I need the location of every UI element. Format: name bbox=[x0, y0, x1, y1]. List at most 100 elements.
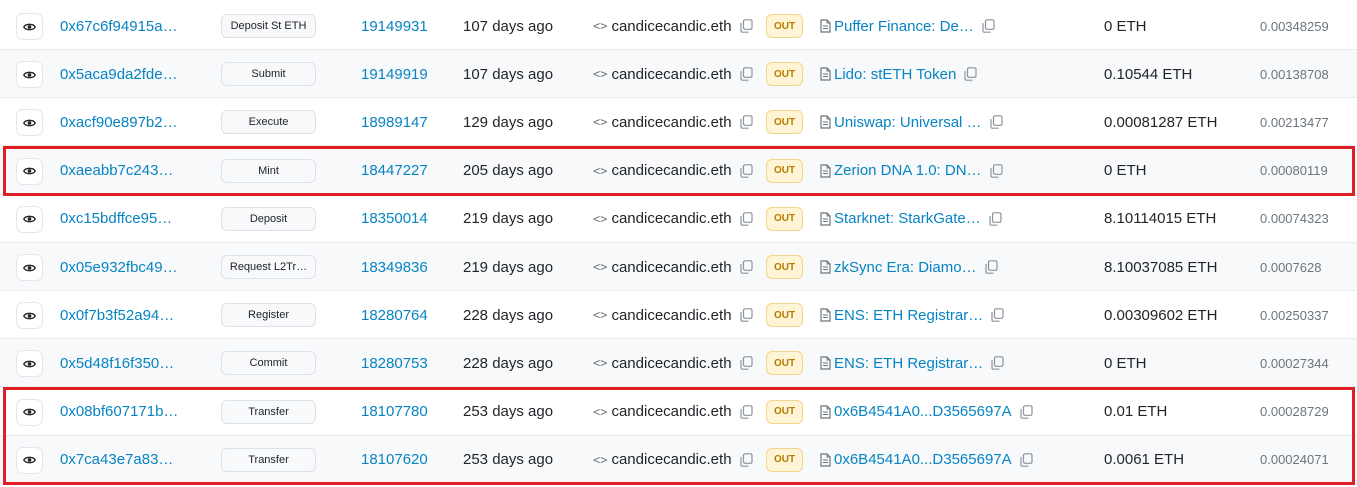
txn-hash-link[interactable]: 0xacf90e897b2… bbox=[60, 98, 178, 146]
txn-hash-link[interactable]: 0x05e932fbc49… bbox=[60, 243, 178, 291]
value-text: 0.01 ETH bbox=[1104, 403, 1168, 421]
view-details-button[interactable] bbox=[16, 446, 43, 474]
view-details-button[interactable] bbox=[16, 61, 43, 89]
document-icon bbox=[820, 356, 831, 370]
copy-icon[interactable] bbox=[989, 211, 1002, 226]
txn-hash-link[interactable]: 0x5d48f16f350… bbox=[60, 339, 174, 387]
block-link[interactable]: 19149919 bbox=[361, 50, 428, 98]
view-details-button[interactable] bbox=[16, 302, 43, 330]
copy-icon[interactable] bbox=[739, 452, 753, 467]
txn-hash-link[interactable]: 0xaeabb7c243… bbox=[60, 147, 173, 195]
txn-hash-link[interactable]: 0x0f7b3f52a94… bbox=[60, 291, 174, 339]
copy-icon[interactable] bbox=[739, 19, 753, 33]
to-cell: zkSync Era: Diamo… bbox=[820, 243, 998, 291]
table-row: 0x7ca43e7a83… Transfer 18107620 253 days… bbox=[0, 435, 1357, 484]
block-link[interactable]: 18349836 bbox=[361, 243, 428, 291]
view-details-button[interactable] bbox=[16, 205, 43, 233]
direction-badge: OUT bbox=[766, 255, 803, 279]
copy-icon[interactable] bbox=[739, 115, 753, 130]
copy-icon[interactable] bbox=[991, 308, 1004, 322]
code-icon: <> bbox=[593, 260, 608, 274]
to-address-link[interactable]: ENS: ETH Registrar… bbox=[834, 307, 983, 324]
from-cell: <> candicecandic.eth bbox=[593, 388, 753, 436]
direction-badge: OUT bbox=[766, 206, 803, 231]
txn-hash-link[interactable]: 0xc15bdffce95… bbox=[60, 195, 172, 243]
copy-icon[interactable] bbox=[989, 163, 1003, 178]
method-badge: Transfer bbox=[221, 447, 316, 472]
direction-badge: OUT bbox=[766, 447, 803, 472]
view-details-button[interactable] bbox=[16, 13, 43, 40]
block-link[interactable]: 18280753 bbox=[361, 339, 428, 387]
code-icon: <> bbox=[593, 115, 608, 130]
method-badge: Submit bbox=[221, 62, 316, 87]
copy-icon[interactable] bbox=[1020, 404, 1033, 419]
copy-icon[interactable] bbox=[739, 260, 753, 274]
copy-icon[interactable] bbox=[739, 356, 753, 371]
block-link[interactable]: 18107780 bbox=[361, 388, 428, 436]
age-text: 253 days ago bbox=[463, 403, 554, 421]
from-address-link[interactable]: candicecandic.eth bbox=[611, 210, 731, 227]
from-address-link[interactable]: candicecandic.eth bbox=[611, 355, 731, 372]
code-icon: <> bbox=[593, 163, 608, 178]
view-details-button[interactable] bbox=[16, 350, 43, 378]
method-badge: Mint bbox=[221, 158, 316, 183]
copy-icon[interactable] bbox=[991, 356, 1004, 371]
copy-icon[interactable] bbox=[739, 163, 753, 178]
value-text: 0.00309602 ETH bbox=[1104, 306, 1218, 324]
copy-icon[interactable] bbox=[964, 67, 977, 81]
table-row: 0x05e932fbc49… Request L2Tr… 18349836 21… bbox=[0, 243, 1357, 291]
from-address-link[interactable]: candicecandic.eth bbox=[611, 162, 731, 179]
view-details-button[interactable] bbox=[16, 109, 43, 137]
to-address-link[interactable]: Uniswap: Universal … bbox=[834, 114, 982, 131]
txn-hash-link[interactable]: 0x7ca43e7a83… bbox=[60, 436, 173, 484]
to-address-link[interactable]: ENS: ETH Registrar… bbox=[834, 355, 983, 372]
to-address-link[interactable]: Starknet: StarkGate… bbox=[834, 210, 981, 227]
block-link[interactable]: 18350014 bbox=[361, 195, 428, 243]
copy-icon[interactable] bbox=[1020, 452, 1033, 467]
copy-icon[interactable] bbox=[739, 67, 753, 81]
from-address-link[interactable]: candicecandic.eth bbox=[611, 403, 731, 420]
eye-icon bbox=[23, 455, 36, 465]
block-link[interactable]: 19149931 bbox=[361, 2, 428, 50]
from-address-link[interactable]: candicecandic.eth bbox=[611, 66, 731, 83]
view-details-button[interactable] bbox=[16, 157, 43, 185]
txn-hash-link[interactable]: 0x67c6f94915a… bbox=[60, 2, 178, 50]
from-address-link[interactable]: candicecandic.eth bbox=[611, 259, 731, 276]
to-address-link[interactable]: Puffer Finance: De… bbox=[834, 18, 974, 35]
from-address-link[interactable]: candicecandic.eth bbox=[611, 114, 731, 131]
to-address-link[interactable]: 0x6B4541A0...D3565697A bbox=[834, 403, 1012, 420]
to-address-link[interactable]: Zerion DNA 1.0: DN… bbox=[834, 162, 982, 179]
from-address-link[interactable]: candicecandic.eth bbox=[611, 451, 731, 468]
age-text: 107 days ago bbox=[463, 17, 554, 35]
to-cell: Zerion DNA 1.0: DN… bbox=[820, 147, 1003, 195]
txn-hash-link[interactable]: 0x5aca9da2fde… bbox=[60, 50, 178, 98]
copy-icon[interactable] bbox=[989, 115, 1003, 130]
to-address-link[interactable]: 0x6B4541A0...D3565697A bbox=[834, 451, 1012, 468]
from-cell: <> candicecandic.eth bbox=[593, 147, 753, 195]
block-link[interactable]: 18989147 bbox=[361, 98, 428, 146]
to-address-link[interactable]: zkSync Era: Diamo… bbox=[834, 259, 977, 276]
copy-icon[interactable] bbox=[739, 404, 753, 419]
copy-icon[interactable] bbox=[739, 308, 753, 322]
age-text: 205 days ago bbox=[463, 162, 554, 180]
value-text: 0.0061 ETH bbox=[1104, 451, 1185, 469]
to-address-link[interactable]: Lido: stETH Token bbox=[834, 66, 956, 83]
block-link[interactable]: 18280764 bbox=[361, 291, 428, 339]
age-text: 228 days ago bbox=[463, 354, 554, 372]
eye-icon bbox=[23, 70, 36, 80]
block-link[interactable]: 18107620 bbox=[361, 436, 428, 484]
from-address-link[interactable]: candicecandic.eth bbox=[611, 307, 731, 324]
block-link[interactable]: 18447227 bbox=[361, 147, 428, 195]
view-details-button[interactable] bbox=[16, 254, 43, 281]
copy-icon[interactable] bbox=[984, 260, 998, 274]
table-row: 0x5d48f16f350… Commit 18280753 228 days … bbox=[0, 339, 1357, 388]
view-details-button[interactable] bbox=[16, 398, 43, 426]
txn-hash-link[interactable]: 0x08bf607171b… bbox=[60, 388, 178, 436]
direction-badge: OUT bbox=[766, 399, 803, 424]
copy-icon[interactable] bbox=[982, 19, 995, 33]
copy-icon[interactable] bbox=[739, 211, 753, 226]
to-cell: 0x6B4541A0...D3565697A bbox=[820, 388, 1033, 436]
method-badge: Transfer bbox=[221, 399, 316, 424]
txn-fee-text: 0.00080119 bbox=[1260, 163, 1328, 179]
from-address-link[interactable]: candicecandic.eth bbox=[611, 18, 731, 35]
